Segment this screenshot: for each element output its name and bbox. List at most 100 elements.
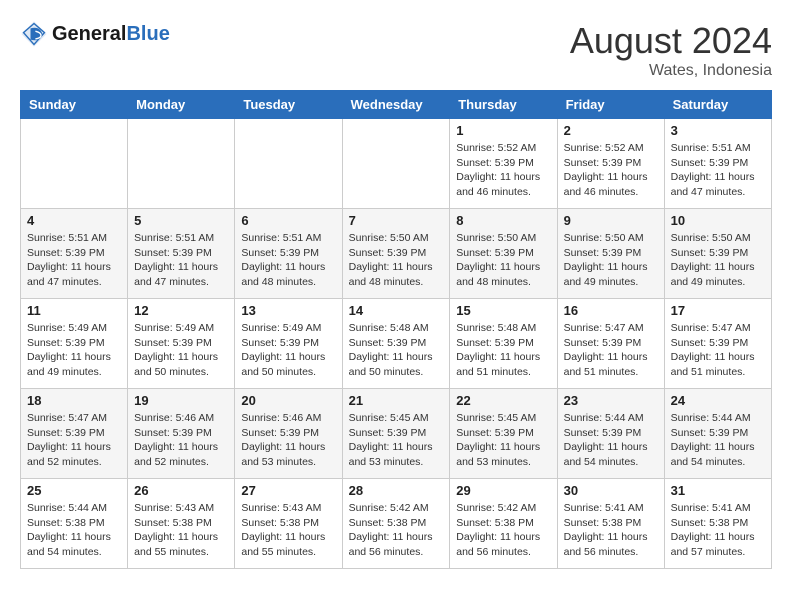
day-info: Sunrise: 5:47 AM Sunset: 5:39 PM Dayligh… bbox=[671, 321, 765, 380]
day-info: Sunrise: 5:51 AM Sunset: 5:39 PM Dayligh… bbox=[27, 231, 121, 290]
day-number: 8 bbox=[456, 213, 550, 228]
day-info: Sunrise: 5:48 AM Sunset: 5:39 PM Dayligh… bbox=[349, 321, 444, 380]
weekday-header: Monday bbox=[128, 91, 235, 119]
day-info: Sunrise: 5:43 AM Sunset: 5:38 PM Dayligh… bbox=[134, 501, 228, 560]
day-number: 23 bbox=[564, 393, 658, 408]
day-number: 27 bbox=[241, 483, 335, 498]
day-info: Sunrise: 5:52 AM Sunset: 5:39 PM Dayligh… bbox=[456, 141, 550, 200]
calendar-cell bbox=[342, 119, 450, 209]
day-info: Sunrise: 5:49 AM Sunset: 5:39 PM Dayligh… bbox=[27, 321, 121, 380]
calendar-cell: 10 Sunrise: 5:50 AM Sunset: 5:39 PM Dayli… bbox=[664, 209, 771, 299]
day-info: Sunrise: 5:49 AM Sunset: 5:39 PM Dayligh… bbox=[134, 321, 228, 380]
day-info: Sunrise: 5:41 AM Sunset: 5:38 PM Dayligh… bbox=[671, 501, 765, 560]
calendar-cell: 31Sunrise: 5:41 AM Sunset: 5:38 PM Dayli… bbox=[664, 479, 771, 569]
logo-line1: General bbox=[52, 23, 126, 45]
calendar-cell: 29Sunrise: 5:42 AM Sunset: 5:38 PM Dayli… bbox=[450, 479, 557, 569]
calendar-cell: 28Sunrise: 5:42 AM Sunset: 5:38 PM Dayli… bbox=[342, 479, 450, 569]
day-number: 30 bbox=[564, 483, 658, 498]
day-info: Sunrise: 5:50 AM Sunset: 5:39 PM Dayligh… bbox=[349, 231, 444, 290]
weekday-header: Sunday bbox=[21, 91, 128, 119]
day-info: Sunrise: 5:44 AM Sunset: 5:39 PM Dayligh… bbox=[564, 411, 658, 470]
calendar-cell: 23 Sunrise: 5:44 AM Sunset: 5:39 PM Dayli… bbox=[557, 389, 664, 479]
day-number: 7 bbox=[349, 213, 444, 228]
day-info: Sunrise: 5:52 AM Sunset: 5:39 PM Dayligh… bbox=[564, 141, 658, 200]
calendar-cell: 16 Sunrise: 5:47 AM Sunset: 5:39 PM Dayli… bbox=[557, 299, 664, 389]
logo-line2: Blue bbox=[126, 23, 169, 45]
calendar-week-row: 4Sunrise: 5:51 AM Sunset: 5:39 PM Daylig… bbox=[21, 209, 772, 299]
calendar-cell: 4Sunrise: 5:51 AM Sunset: 5:39 PM Daylig… bbox=[21, 209, 128, 299]
calendar-week-row: 1Sunrise: 5:52 AM Sunset: 5:39 PM Daylig… bbox=[21, 119, 772, 209]
title-area: August 2024 Wates, Indonesia bbox=[570, 20, 772, 80]
logo-icon bbox=[20, 20, 48, 48]
calendar-cell: 5 Sunrise: 5:51 AM Sunset: 5:39 PM Daylig… bbox=[128, 209, 235, 299]
day-number: 9 bbox=[564, 213, 658, 228]
day-info: Sunrise: 5:41 AM Sunset: 5:38 PM Dayligh… bbox=[564, 501, 658, 560]
calendar-cell: 27 Sunrise: 5:43 AM Sunset: 5:38 PM Dayli… bbox=[235, 479, 342, 569]
day-number: 22 bbox=[456, 393, 550, 408]
day-info: Sunrise: 5:44 AM Sunset: 5:38 PM Dayligh… bbox=[27, 501, 121, 560]
calendar-cell: 14 Sunrise: 5:48 AM Sunset: 5:39 PM Dayli… bbox=[342, 299, 450, 389]
weekday-header: Friday bbox=[557, 91, 664, 119]
calendar-cell: 11 Sunrise: 5:49 AM Sunset: 5:39 PM Dayli… bbox=[21, 299, 128, 389]
day-number: 6 bbox=[241, 213, 335, 228]
day-info: Sunrise: 5:49 AM Sunset: 5:39 PM Dayligh… bbox=[241, 321, 335, 380]
calendar-cell: 24Sunrise: 5:44 AM Sunset: 5:39 PM Dayli… bbox=[664, 389, 771, 479]
calendar-cell: 19Sunrise: 5:46 AM Sunset: 5:39 PM Dayli… bbox=[128, 389, 235, 479]
location: Wates, Indonesia bbox=[570, 62, 772, 80]
day-number: 15 bbox=[456, 303, 550, 318]
day-number: 13 bbox=[241, 303, 335, 318]
day-info: Sunrise: 5:50 AM Sunset: 5:39 PM Dayligh… bbox=[456, 231, 550, 290]
calendar-cell: 18Sunrise: 5:47 AM Sunset: 5:39 PM Dayli… bbox=[21, 389, 128, 479]
calendar-cell: 8 Sunrise: 5:50 AM Sunset: 5:39 PM Daylig… bbox=[450, 209, 557, 299]
calendar-cell: 15 Sunrise: 5:48 AM Sunset: 5:39 PM Dayli… bbox=[450, 299, 557, 389]
day-number: 16 bbox=[564, 303, 658, 318]
day-info: Sunrise: 5:51 AM Sunset: 5:39 PM Dayligh… bbox=[134, 231, 228, 290]
calendar-cell: 2 Sunrise: 5:52 AM Sunset: 5:39 PM Daylig… bbox=[557, 119, 664, 209]
calendar-week-row: 25 Sunrise: 5:44 AM Sunset: 5:38 PM Dayli… bbox=[21, 479, 772, 569]
day-info: Sunrise: 5:47 AM Sunset: 5:39 PM Dayligh… bbox=[27, 411, 121, 470]
logo: GeneralBlue bbox=[20, 20, 170, 48]
weekday-header: Tuesday bbox=[235, 91, 342, 119]
day-number: 12 bbox=[134, 303, 228, 318]
day-info: Sunrise: 5:43 AM Sunset: 5:38 PM Dayligh… bbox=[241, 501, 335, 560]
calendar-cell: 7 Sunrise: 5:50 AM Sunset: 5:39 PM Daylig… bbox=[342, 209, 450, 299]
day-info: Sunrise: 5:48 AM Sunset: 5:39 PM Dayligh… bbox=[456, 321, 550, 380]
calendar-cell: 25 Sunrise: 5:44 AM Sunset: 5:38 PM Dayli… bbox=[21, 479, 128, 569]
month-year: August 2024 bbox=[570, 20, 772, 62]
calendar-table: SundayMondayTuesdayWednesdayThursdayFrid… bbox=[20, 90, 772, 569]
day-info: Sunrise: 5:44 AM Sunset: 5:39 PM Dayligh… bbox=[671, 411, 765, 470]
day-number: 14 bbox=[349, 303, 444, 318]
day-number: 29 bbox=[456, 483, 550, 498]
calendar-cell bbox=[21, 119, 128, 209]
day-info: Sunrise: 5:42 AM Sunset: 5:38 PM Dayligh… bbox=[349, 501, 444, 560]
calendar-cell: 21Sunrise: 5:45 AM Sunset: 5:39 PM Dayli… bbox=[342, 389, 450, 479]
day-number: 20 bbox=[241, 393, 335, 408]
day-info: Sunrise: 5:51 AM Sunset: 5:39 PM Dayligh… bbox=[671, 141, 765, 200]
day-number: 10 bbox=[671, 213, 765, 228]
calendar-week-row: 18Sunrise: 5:47 AM Sunset: 5:39 PM Dayli… bbox=[21, 389, 772, 479]
day-info: Sunrise: 5:50 AM Sunset: 5:39 PM Dayligh… bbox=[671, 231, 765, 290]
day-number: 2 bbox=[564, 123, 658, 138]
calendar-header: SundayMondayTuesdayWednesdayThursdayFrid… bbox=[21, 91, 772, 119]
day-number: 17 bbox=[671, 303, 765, 318]
header-row: SundayMondayTuesdayWednesdayThursdayFrid… bbox=[21, 91, 772, 119]
header: GeneralBlue August 2024 Wates, Indonesia bbox=[20, 20, 772, 80]
day-number: 26 bbox=[134, 483, 228, 498]
calendar-cell: 3Sunrise: 5:51 AM Sunset: 5:39 PM Daylig… bbox=[664, 119, 771, 209]
day-info: Sunrise: 5:46 AM Sunset: 5:39 PM Dayligh… bbox=[134, 411, 228, 470]
calendar-cell: 1Sunrise: 5:52 AM Sunset: 5:39 PM Daylig… bbox=[450, 119, 557, 209]
day-number: 11 bbox=[27, 303, 121, 318]
calendar-cell: 13 Sunrise: 5:49 AM Sunset: 5:39 PM Dayli… bbox=[235, 299, 342, 389]
day-info: Sunrise: 5:45 AM Sunset: 5:39 PM Dayligh… bbox=[456, 411, 550, 470]
day-info: Sunrise: 5:47 AM Sunset: 5:39 PM Dayligh… bbox=[564, 321, 658, 380]
calendar-cell bbox=[235, 119, 342, 209]
weekday-header: Thursday bbox=[450, 91, 557, 119]
calendar-cell: 30 Sunrise: 5:41 AM Sunset: 5:38 PM Dayli… bbox=[557, 479, 664, 569]
calendar-cell: 22 Sunrise: 5:45 AM Sunset: 5:39 PM Dayli… bbox=[450, 389, 557, 479]
day-info: Sunrise: 5:46 AM Sunset: 5:39 PM Dayligh… bbox=[241, 411, 335, 470]
weekday-header: Saturday bbox=[664, 91, 771, 119]
day-number: 21 bbox=[349, 393, 444, 408]
day-number: 25 bbox=[27, 483, 121, 498]
day-number: 5 bbox=[134, 213, 228, 228]
calendar-week-row: 11 Sunrise: 5:49 AM Sunset: 5:39 PM Dayli… bbox=[21, 299, 772, 389]
